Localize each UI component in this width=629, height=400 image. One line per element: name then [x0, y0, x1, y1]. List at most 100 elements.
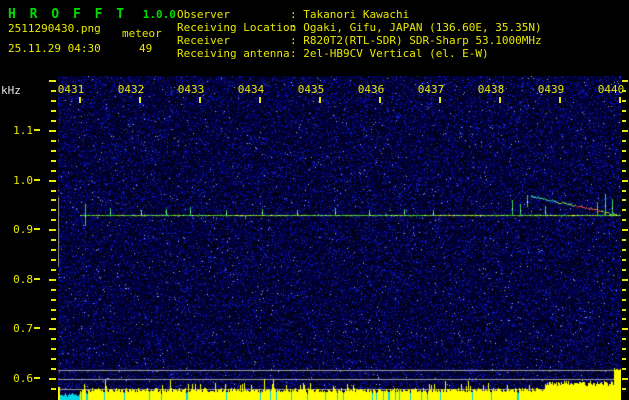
- time-tick: [439, 97, 441, 103]
- freq-minor-tick-right: [622, 150, 626, 152]
- freq-minor-tick-right: [622, 209, 626, 211]
- freq-minor-tick: [51, 289, 56, 291]
- freq-minor-tick: [51, 209, 56, 211]
- time-tick: [619, 97, 621, 103]
- freq-minor-tick-right: [622, 338, 626, 340]
- freq-minor-tick: [49, 80, 56, 82]
- freq-axis-unit: kHz: [1, 84, 21, 97]
- time-tick: [259, 97, 261, 103]
- freq-minor-tick: [51, 318, 56, 320]
- output-filename: 2511290430.png: [8, 22, 101, 35]
- time-tick: [79, 97, 81, 103]
- freq-minor-tick: [51, 150, 56, 152]
- freq-minor-tick-right: [622, 140, 626, 142]
- freq-minor-tick: [49, 180, 56, 182]
- freq-minor-tick: [51, 249, 56, 251]
- freq-tick-label: 0.8: [13, 272, 33, 286]
- time-tick: [379, 97, 381, 103]
- time-tick: [319, 97, 321, 103]
- freq-minor-tick-right: [622, 299, 626, 301]
- freq-minor-tick: [51, 338, 56, 340]
- time-tick-label: 0431: [57, 83, 85, 96]
- time-tick-label: 0435: [297, 83, 325, 96]
- app-title: H R O F F T: [8, 7, 128, 22]
- hrofft-screen: H R O F F T 1.0.0 2511290430.png meteor …: [0, 0, 629, 400]
- time-tick: [199, 97, 201, 103]
- freq-minor-tick: [51, 388, 56, 390]
- freq-minor-tick: [51, 259, 56, 261]
- freq-minor-tick: [51, 219, 56, 221]
- time-tick-label: 0438: [477, 83, 505, 96]
- freq-minor-tick: [51, 140, 56, 142]
- freq-tick-label: 0.7: [13, 322, 33, 336]
- time-tick: [559, 97, 561, 103]
- title-row: H R O F F T 1.0.0: [8, 3, 176, 22]
- freq-minor-tick: [51, 269, 56, 271]
- freq-minor-tick-right: [622, 239, 626, 241]
- freq-minor-tick: [51, 120, 56, 122]
- freq-minor-tick-right: [622, 279, 628, 281]
- freq-minor-tick-right: [622, 378, 628, 380]
- freq-minor-tick-right: [622, 110, 626, 112]
- freq-major-tick: [34, 178, 40, 181]
- info-label: Receiving antenna: [177, 47, 290, 60]
- freq-minor-tick-right: [622, 318, 626, 320]
- app-version: 1.0.0: [142, 8, 176, 21]
- freq-minor-tick-right: [622, 229, 628, 231]
- freq-minor-tick: [49, 279, 56, 281]
- freq-major-tick: [34, 228, 40, 231]
- freq-minor-tick: [51, 199, 56, 201]
- freq-tick-label: 1.1: [13, 124, 33, 137]
- freq-tick-label: 0.9: [13, 223, 33, 237]
- freq-minor-tick: [51, 348, 56, 350]
- freq-minor-tick: [51, 239, 56, 241]
- freq-minor-tick-right: [622, 219, 626, 221]
- freq-tick-label: 1.0: [13, 173, 33, 187]
- freq-minor-tick-right: [622, 309, 626, 311]
- time-tick-label: 0433: [177, 83, 205, 96]
- info-row-antenna: Receiving antenna: 2el-HB9CV Vertical (e…: [177, 42, 489, 61]
- freq-minor-tick-right: [622, 160, 626, 162]
- freq-minor-tick-right: [622, 130, 628, 132]
- time-tick-label: 0439: [537, 83, 565, 96]
- freq-minor-tick: [49, 378, 56, 380]
- freq-minor-tick-right: [622, 100, 626, 102]
- freq-minor-tick-right: [622, 269, 626, 271]
- freq-minor-tick-right: [622, 199, 626, 201]
- freq-minor-tick: [51, 110, 56, 112]
- freq-minor-tick-right: [622, 328, 628, 330]
- time-tick-label: 0432: [117, 83, 145, 96]
- spectrogram-canvas: [58, 76, 621, 400]
- freq-minor-tick-right: [622, 358, 626, 360]
- echo-count: 49: [139, 42, 153, 55]
- time-tick-label: 0436: [357, 83, 385, 96]
- freq-minor-tick: [49, 328, 56, 330]
- freq-minor-tick-right: [622, 120, 626, 122]
- freq-minor-tick: [51, 309, 56, 311]
- freq-major-tick: [34, 129, 40, 131]
- freq-minor-tick-right: [622, 80, 628, 82]
- freq-minor-tick-right: [622, 259, 626, 261]
- freq-minor-tick: [51, 170, 56, 172]
- info-value: : 2el-HB9CV Vertical (el. E-W): [290, 47, 489, 60]
- freq-minor-tick: [51, 358, 56, 360]
- freq-major-tick: [34, 327, 40, 330]
- freq-minor-tick-right: [622, 249, 626, 251]
- freq-tick-label: 0.6: [13, 372, 33, 385]
- freq-minor-tick-right: [622, 348, 626, 350]
- freq-minor-tick: [51, 299, 56, 301]
- freq-minor-tick-right: [622, 289, 626, 291]
- time-tick: [499, 97, 501, 103]
- freq-minor-tick: [51, 190, 56, 192]
- freq-major-tick: [34, 277, 40, 280]
- time-tick-label: 0434: [237, 83, 265, 96]
- mode-label: meteor: [122, 27, 162, 40]
- freq-minor-tick: [51, 368, 56, 370]
- time-tick-label: 0437: [417, 83, 445, 96]
- freq-minor-tick-right: [622, 170, 626, 172]
- time-tick: [139, 97, 141, 103]
- freq-minor-tick: [49, 229, 56, 231]
- freq-minor-tick: [51, 160, 56, 162]
- freq-minor-tick-right: [622, 368, 626, 370]
- freq-minor-tick-right: [622, 388, 626, 390]
